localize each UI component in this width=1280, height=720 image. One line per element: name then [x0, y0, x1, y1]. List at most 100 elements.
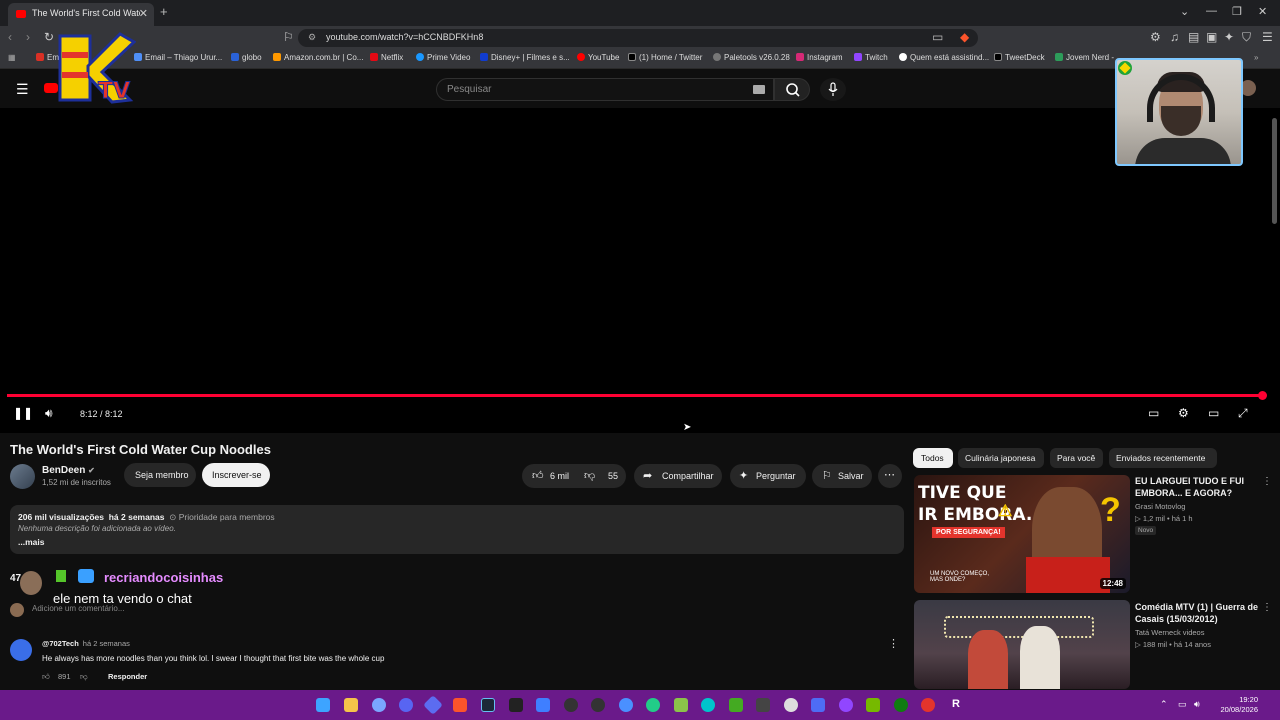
- recommendation-thumbnail[interactable]: [914, 600, 1130, 689]
- save-button[interactable]: ⚐ Salvar: [812, 464, 872, 488]
- bookmark-item[interactable]: Twitch: [854, 53, 888, 62]
- share-button[interactable]: ➦ Compartilhar: [634, 464, 722, 488]
- bookmark-item[interactable]: (1) Home / Twitter: [628, 53, 702, 62]
- sidebar-icon[interactable]: ▤: [1188, 30, 1199, 44]
- bookmark-item[interactable]: Amazon.com.br | Co...: [273, 53, 363, 62]
- description-box[interactable]: 206 mil visualizações há 2 semanas ⊙ Pri…: [10, 505, 904, 554]
- vpn-icon[interactable]: ⛉: [1242, 30, 1251, 45]
- music-icon[interactable]: ♫: [1170, 30, 1179, 44]
- xbox-icon[interactable]: [894, 698, 908, 712]
- reply-button[interactable]: Responder: [108, 672, 147, 681]
- app-icon[interactable]: [811, 698, 825, 712]
- dislike-icon[interactable]: 👎︎: [584, 469, 595, 482]
- app-icon[interactable]: [729, 698, 743, 712]
- network-icon[interactable]: ▭: [1178, 699, 1187, 710]
- dislike-count[interactable]: 55: [608, 471, 618, 481]
- app-icon[interactable]: [674, 698, 688, 712]
- file-explorer-icon[interactable]: [344, 698, 358, 712]
- close-tab-icon[interactable]: ✕: [139, 7, 148, 20]
- page-scrollbar[interactable]: [1272, 118, 1277, 224]
- bookmark-item[interactable]: Disney+ | Filmes e s...: [480, 53, 570, 62]
- voice-search-button[interactable]: [820, 78, 846, 101]
- bookmark-item[interactable]: YouTube: [577, 53, 619, 62]
- bookmark-item[interactable]: Paletools v26.0.28: [713, 53, 790, 62]
- comment-author[interactable]: @702Tech há 2 semanas: [42, 639, 130, 648]
- ask-button[interactable]: ✦ Perguntar: [730, 464, 806, 488]
- epic-games-icon[interactable]: [509, 698, 523, 712]
- chip-all[interactable]: Todos: [913, 448, 953, 468]
- recommendation-thumbnail[interactable]: TIVE QUE IR EMBORA... POR SEGURANÇA! UM …: [914, 475, 1130, 593]
- settings-icon[interactable]: ⚙: [1178, 406, 1189, 420]
- comment-dislike-icon[interactable]: 👎︎: [80, 672, 88, 682]
- app-icon[interactable]: [756, 698, 770, 712]
- search-input[interactable]: Pesquisar: [436, 78, 774, 101]
- menu-icon[interactable]: ☰: [1262, 30, 1273, 44]
- app-icon[interactable]: [423, 695, 443, 715]
- tray-overflow-icon[interactable]: ⌃: [1160, 699, 1168, 710]
- app-icon[interactable]: [372, 698, 386, 712]
- system-clock[interactable]: 19:20 20/08/2026: [1220, 695, 1258, 715]
- pause-icon[interactable]: ❚❚: [13, 406, 33, 420]
- app-icon[interactable]: [784, 698, 798, 712]
- twitch-icon[interactable]: [839, 698, 853, 712]
- obs-icon[interactable]: [591, 698, 605, 712]
- nvidia-icon[interactable]: [866, 698, 880, 712]
- volume-icon[interactable]: 🔊︎: [45, 406, 53, 421]
- search-button[interactable]: [774, 78, 810, 101]
- wallet-icon[interactable]: ▣: [1206, 30, 1217, 44]
- join-button[interactable]: Seja membro: [124, 463, 196, 487]
- recommendation-channel[interactable]: Grasi Motovlog: [1135, 502, 1185, 511]
- bookmark-item[interactable]: Em: [36, 53, 59, 62]
- bookmark-item[interactable]: Quem está assistind...: [899, 53, 989, 62]
- like-count[interactable]: 6 mil: [550, 471, 569, 481]
- subtitles-icon[interactable]: ▭: [1148, 406, 1159, 420]
- app-icon[interactable]: [564, 698, 578, 712]
- close-window-icon[interactable]: ✕: [1258, 5, 1267, 18]
- app-icon[interactable]: [536, 698, 550, 712]
- start-menu-icon[interactable]: [316, 698, 330, 712]
- new-tab-icon[interactable]: +: [160, 4, 168, 19]
- fullscreen-icon[interactable]: ⤢: [1238, 406, 1248, 421]
- app-icon[interactable]: [619, 698, 633, 712]
- more-bookmarks-icon[interactable]: »: [1254, 53, 1258, 62]
- bookmark-item[interactable]: Netflix: [370, 53, 403, 62]
- apps-icon[interactable]: ▦: [8, 53, 16, 62]
- bookmark-item[interactable]: Instagram: [796, 53, 843, 62]
- hamburger-menu-icon[interactable]: ☰: [16, 81, 29, 98]
- discord-icon[interactable]: [399, 698, 413, 712]
- bookmark-icon[interactable]: ⚐: [283, 30, 294, 44]
- recommendation-menu-icon[interactable]: ⋮: [1262, 476, 1272, 487]
- youtube-logo-icon[interactable]: [44, 83, 58, 93]
- volume-tray-icon[interactable]: 🔊︎: [1194, 699, 1200, 710]
- show-more-link[interactable]: ...mais: [18, 537, 44, 547]
- bookmark-item[interactable]: Email – Thiago Urur...: [134, 53, 222, 62]
- comment-menu-icon[interactable]: ⋮: [888, 637, 899, 650]
- chip-for-you[interactable]: Para você: [1050, 448, 1103, 468]
- progress-scrubber[interactable]: [1258, 391, 1267, 400]
- channel-name[interactable]: BenDeen ✔: [42, 465, 95, 476]
- forward-icon[interactable]: ›: [26, 30, 30, 44]
- progress-bar[interactable]: [7, 394, 1265, 397]
- site-info-icon[interactable]: ⚙: [308, 32, 316, 43]
- recommendation-channel[interactable]: Tatá Werneck videos: [1135, 628, 1204, 637]
- minimize-icon[interactable]: —: [1206, 5, 1217, 17]
- chip-japanese-cuisine[interactable]: Culinária japonesa: [958, 448, 1044, 468]
- bookmark-item[interactable]: TweetDeck: [994, 53, 1045, 62]
- video-player[interactable]: ❚❚ 🔊︎ 8:12 / 8:12 ▭ ⚙ ▭ ⤢ ➤: [0, 108, 1280, 433]
- comment-avatar[interactable]: [10, 639, 32, 661]
- like-icon[interactable]: 👍︎: [532, 469, 544, 482]
- url-field[interactable]: ⚙ youtube.com/watch?v=hCCNBDFKHn8: [298, 29, 978, 47]
- recommendation-title[interactable]: EU LARGUEI TUDO E FUI EMBORA... E AGORA?: [1135, 475, 1265, 499]
- cast-icon[interactable]: ▭: [932, 30, 943, 44]
- recommendation-menu-icon[interactable]: ⋮: [1262, 602, 1272, 613]
- extensions-icon[interactable]: ⚙: [1150, 30, 1161, 44]
- recommendation-title[interactable]: Comédia MTV (1) | Guerra de Casais (15/0…: [1135, 601, 1265, 625]
- bookmark-item[interactable]: Jovem Nerd -: [1055, 53, 1114, 62]
- comment-like-icon[interactable]: 👍︎: [42, 672, 50, 682]
- channel-avatar[interactable]: [10, 464, 35, 489]
- add-comment-input[interactable]: Adicione um comentário...: [32, 604, 125, 613]
- maximize-icon[interactable]: ❐: [1232, 5, 1242, 18]
- canva-icon[interactable]: [701, 698, 715, 712]
- bookmark-item[interactable]: globo: [231, 53, 262, 62]
- brave-shield-icon[interactable]: ◆: [960, 30, 969, 44]
